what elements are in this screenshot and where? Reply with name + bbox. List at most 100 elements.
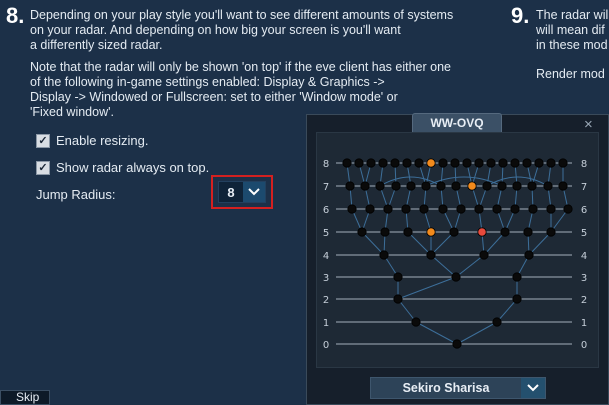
radar-system-node [347, 204, 357, 214]
radar-system-node [354, 158, 364, 168]
radar-system-node [383, 204, 393, 214]
radar-system-node [563, 204, 573, 214]
radar-system-node [486, 158, 496, 168]
radar-row-label-left: 0 [323, 340, 329, 351]
radar-system-node [512, 294, 522, 304]
radar-system-node [456, 204, 466, 214]
radar-system-node [426, 250, 436, 260]
radar-row-label-left: 4 [323, 251, 329, 262]
radar-map: 8 8 7 7 6 6 5 5 4 4 3 3 2 2 1 1 0 0 [323, 158, 587, 351]
radar-row-label-right: 2 [581, 295, 587, 306]
radar-system-node [510, 158, 520, 168]
radar-system-node [402, 158, 412, 168]
radar-system-node [492, 317, 502, 327]
skip-button[interactable]: Skip [0, 390, 50, 405]
radar-system-node [558, 181, 568, 191]
radar-connection [397, 276, 457, 300]
radar-system-node [365, 204, 375, 214]
radar-connection [430, 231, 455, 256]
radar-system-node [403, 227, 413, 237]
radar-system-highlighted [426, 158, 436, 168]
radar-system-node [528, 204, 538, 214]
radar-system-node [522, 158, 532, 168]
radar-connection [407, 231, 432, 256]
radar-system-node [474, 158, 484, 168]
radar-row-label-right: 7 [581, 182, 587, 193]
radar-system-node [497, 181, 507, 191]
radar-system-node [482, 181, 492, 191]
radar-row-label-left: 2 [323, 295, 329, 306]
radar-connection [361, 231, 385, 256]
radar-row-label-left: 6 [323, 205, 329, 216]
character-select[interactable]: Sekiro Sharisa [370, 377, 546, 399]
radar-system-node [438, 204, 448, 214]
radar-system-node [498, 158, 508, 168]
radar-row-label-right: 3 [581, 273, 587, 284]
radar-system-node [380, 227, 390, 237]
radar-row-label-left: 7 [323, 182, 329, 193]
radar-system-node [436, 181, 446, 191]
radar-system-node [366, 158, 376, 168]
radar-row-label-right: 8 [581, 159, 587, 170]
radar-system-node [500, 227, 510, 237]
radar-system-node [357, 227, 367, 237]
radar-connection [430, 254, 457, 278]
radar-system-node [510, 204, 520, 214]
radar-system-node [421, 181, 431, 191]
chevron-down-icon[interactable] [521, 378, 545, 398]
radar-system-node [438, 158, 448, 168]
radar-system-node [527, 181, 537, 191]
radar-system-node [523, 227, 533, 237]
radar-system-node [451, 272, 461, 282]
radar-system-node [449, 227, 459, 237]
radar-row-label-left: 5 [323, 228, 329, 239]
radar-row-label-left: 3 [323, 273, 329, 284]
radar-system-highlighted [467, 181, 477, 191]
radar-system-highlighted [426, 227, 436, 237]
radar-system-node [419, 204, 429, 214]
radar-system-node [474, 204, 484, 214]
radar-system-node [492, 204, 502, 214]
radar-connection [415, 321, 458, 345]
radar-system-node [414, 158, 424, 168]
radar-system-node [450, 158, 460, 168]
radar-system-node [393, 294, 403, 304]
radar-system-node [390, 158, 400, 168]
radar-row-label-right: 1 [581, 318, 587, 329]
radar-system-node [345, 181, 355, 191]
radar-system-node [546, 227, 556, 237]
radar-system-node [452, 339, 462, 349]
radar-connection [528, 231, 552, 256]
radar-system-node [375, 181, 385, 191]
radar-row-label-right: 5 [581, 228, 587, 239]
character-name: Sekiro Sharisa [402, 381, 490, 395]
radar-row-label-left: 8 [323, 159, 329, 170]
radar-system-node [479, 250, 489, 260]
radar-row-label-left: 1 [323, 318, 329, 329]
radar-system-node [558, 158, 568, 168]
radar-system-node [379, 250, 389, 260]
radar-connection [455, 254, 485, 278]
radar-system-node [543, 181, 553, 191]
radar-connection [456, 321, 498, 345]
radar-system-node [391, 181, 401, 191]
radar-system-node [546, 158, 556, 168]
radar-system-current [477, 227, 487, 237]
radar-row-label-right: 6 [581, 205, 587, 216]
radar-system-node [462, 158, 472, 168]
radar-connection [483, 231, 506, 256]
radar-system-node [512, 181, 522, 191]
radar-system-node [401, 204, 411, 214]
radar-system-node [360, 181, 370, 191]
radar-system-node [546, 204, 556, 214]
radar-system-node [393, 272, 403, 282]
radar-system-node [524, 250, 534, 260]
radar-system-node [512, 272, 522, 282]
radar-system-node [451, 181, 461, 191]
radar-row-label-right: 4 [581, 251, 587, 262]
radar-system-node [411, 317, 421, 327]
radar-system-node [342, 158, 352, 168]
radar-row-label-right: 0 [581, 340, 587, 351]
radar-system-node [406, 181, 416, 191]
radar-system-node [534, 158, 544, 168]
